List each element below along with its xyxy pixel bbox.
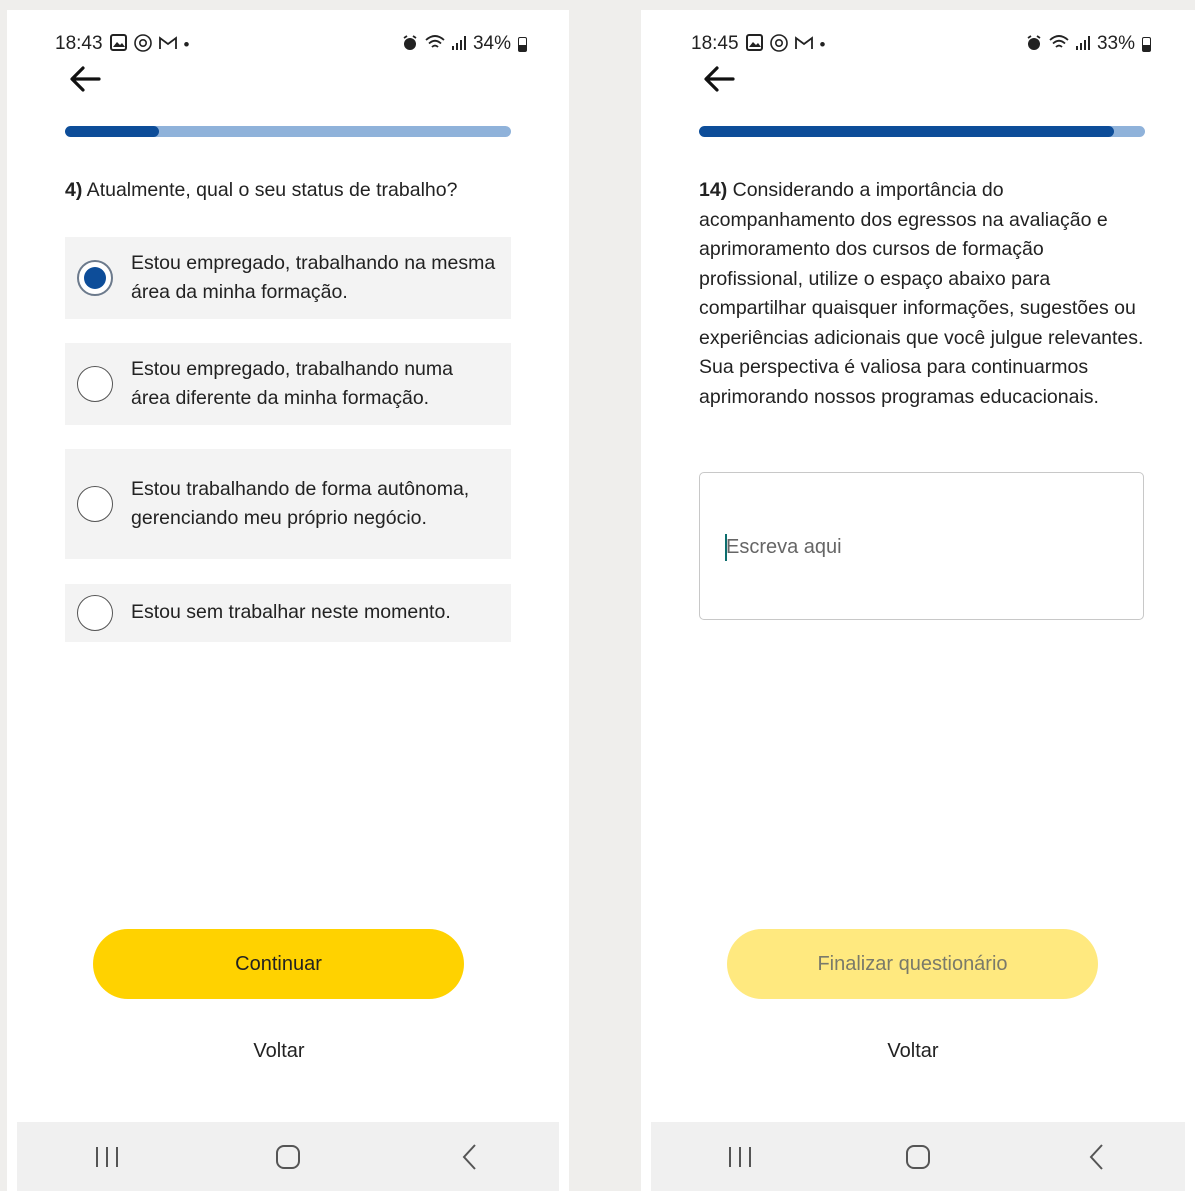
- back-button[interactable]: [699, 62, 739, 96]
- gmail-icon: [158, 35, 177, 53]
- textarea-placeholder: Escreva aqui: [726, 536, 842, 558]
- battery-percent: 33%: [1096, 33, 1135, 54]
- arrow-left-icon: [70, 66, 101, 92]
- home-button[interactable]: [258, 1137, 318, 1177]
- chevron-left-icon: [462, 1143, 476, 1170]
- radio-selected[interactable]: [77, 260, 113, 296]
- home-icon: [906, 1144, 930, 1169]
- notification-dot-icon: •: [183, 34, 190, 54]
- option-label: Estou sem trabalhar neste momento.: [131, 601, 451, 624]
- system-nav-bar: [17, 1122, 559, 1191]
- option-different-area[interactable]: Estou empregado, trabalhando numa área d…: [65, 343, 511, 425]
- radio-unselected[interactable]: [77, 366, 113, 402]
- recents-button[interactable]: [77, 1137, 137, 1177]
- at-sign-icon: [769, 33, 788, 55]
- recents-icon: [96, 1146, 119, 1167]
- progress-bar-fill: [699, 126, 1114, 137]
- battery-percent: 34%: [472, 33, 511, 54]
- continue-button[interactable]: Continuar: [93, 929, 464, 999]
- chevron-left-icon: [1089, 1143, 1103, 1170]
- question-text: 14) Considerando a importância do acompa…: [699, 176, 1151, 412]
- radio-unselected[interactable]: [77, 486, 113, 522]
- signal-icon: [451, 35, 466, 53]
- status-time: 18:43: [55, 33, 103, 54]
- alarm-icon: [402, 34, 418, 54]
- question-number: 4): [65, 179, 83, 201]
- system-nav-bar: [651, 1122, 1185, 1191]
- gmail-icon: [794, 35, 813, 53]
- phone-screen-question-4: 18:43 • 34% 4) Atualmente, qual o seu st…: [7, 10, 569, 1191]
- recents-button[interactable]: [710, 1137, 770, 1177]
- question-text: 4) Atualmente, qual o seu status de trab…: [65, 176, 515, 206]
- option-label: Estou empregado, trabalhando numa área d…: [131, 357, 453, 410]
- recents-icon: [729, 1146, 751, 1167]
- notification-dot-icon: •: [819, 34, 826, 54]
- phone-screen-question-14: 18:45 • 33% 14) Considerando a importânc…: [641, 10, 1195, 1191]
- gallery-icon: [745, 34, 763, 54]
- wifi-icon: [425, 34, 445, 54]
- home-icon: [275, 1144, 300, 1169]
- option-same-area[interactable]: Estou empregado, trabalhando na mesma ár…: [65, 237, 511, 319]
- question-body: Atualmente, qual o seu status de trabalh…: [82, 179, 458, 201]
- status-time: 18:45: [691, 33, 739, 54]
- finish-questionnaire-button[interactable]: Finalizar questionário: [727, 929, 1098, 999]
- arrow-left-icon: [704, 66, 735, 92]
- system-back-button[interactable]: [439, 1137, 499, 1177]
- wifi-icon: [1049, 34, 1069, 54]
- back-button[interactable]: [65, 62, 105, 96]
- radio-unselected[interactable]: [77, 595, 113, 631]
- status-bar: 18:43 • 34%: [55, 32, 527, 56]
- option-label: Estou empregado, trabalhando na mesma ár…: [131, 251, 496, 304]
- status-bar: 18:45 • 33%: [691, 32, 1151, 56]
- question-number: 14): [699, 179, 728, 201]
- back-link-button[interactable]: Voltar: [179, 1040, 379, 1063]
- alarm-icon: [1026, 34, 1042, 54]
- option-not-working[interactable]: Estou sem trabalhar neste momento.: [65, 584, 511, 642]
- battery-icon: [1142, 36, 1151, 52]
- question-body: Considerando a importância do acompanham…: [699, 179, 1144, 408]
- comments-textarea[interactable]: Escreva aqui: [699, 472, 1144, 620]
- battery-icon: [518, 36, 527, 52]
- option-label: Estou trabalhando de forma autônoma, ger…: [131, 477, 470, 530]
- gallery-icon: [109, 34, 127, 54]
- progress-bar: [699, 126, 1145, 137]
- signal-icon: [1075, 35, 1090, 53]
- system-back-button[interactable]: [1066, 1137, 1126, 1177]
- at-sign-icon: [133, 33, 152, 55]
- back-link-button[interactable]: Voltar: [813, 1040, 1013, 1063]
- progress-bar: [65, 126, 511, 137]
- option-autonomous[interactable]: Estou trabalhando de forma autônoma, ger…: [65, 449, 511, 559]
- progress-bar-fill: [65, 126, 159, 137]
- home-button[interactable]: [888, 1137, 948, 1177]
